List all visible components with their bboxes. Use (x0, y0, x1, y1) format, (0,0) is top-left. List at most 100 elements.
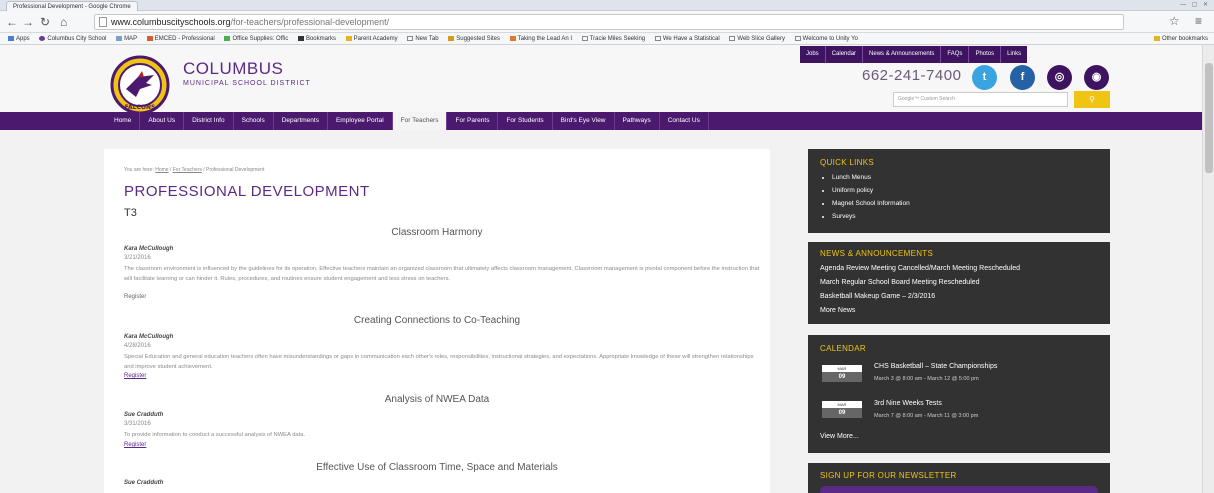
twitter-icon[interactable]: t (972, 65, 997, 90)
quick-links-list: Lunch Menus Uniform policy Magnet School… (832, 171, 910, 223)
search-button[interactable]: ⚲ (1074, 91, 1110, 108)
util-nav-photos[interactable]: Photos (969, 46, 1002, 63)
home-icon[interactable]: ⌂ (60, 15, 67, 29)
page-icon (729, 36, 736, 41)
event-title: Analysis of NWEA Data (384, 394, 490, 405)
nav-district-info[interactable]: District Info (184, 112, 234, 130)
breadcrumb-for-teachers[interactable]: For Teachers (173, 167, 202, 173)
event-description: The classroom environment is influenced … (124, 266, 760, 282)
event-date: 3/31/2016 (124, 421, 151, 427)
nav-about-us[interactable]: About Us (140, 112, 185, 130)
bookmark-item[interactable]: Apps (8, 33, 30, 44)
widget-title: SIGN UP FOR OUR NEWSLETTER (820, 471, 957, 480)
news-item[interactable]: Basketball Makeup Game – 2/3/2016 (820, 293, 935, 300)
bookmark-item[interactable]: Taking the Lead An I (509, 33, 572, 44)
falcon-logo[interactable]: FALCONS (108, 55, 172, 115)
calendar-event-title[interactable]: CHS Basketball – State Championships (874, 363, 997, 370)
news-widget: NEWS & ANNOUNCEMENTS Agenda Review Meeti… (808, 242, 1110, 324)
util-nav-calendar[interactable]: Calendar (826, 46, 864, 63)
quick-link-item[interactable]: Uniform policy (832, 184, 910, 197)
calendar-event-title[interactable]: 3rd Nine Weeks Tests (874, 400, 942, 407)
instagram-icon[interactable]: ◎ (1047, 65, 1072, 90)
event-date: 3/21/2016 (124, 255, 151, 261)
bookmark-item[interactable]: Tracie Miles Seeking (581, 33, 645, 44)
register-link[interactable]: Register (124, 442, 146, 448)
newsletter-widget: SIGN UP FOR OUR NEWSLETTER (808, 463, 1110, 493)
facebook-icon[interactable]: f (1010, 65, 1035, 90)
nav-for-teachers[interactable]: For Teachers (392, 112, 448, 130)
nav-for-parents[interactable]: For Parents (447, 112, 499, 130)
nav-schools[interactable]: Schools (234, 112, 274, 130)
main-nav: Home About Us District Info Schools Depa… (0, 112, 1202, 130)
forward-icon[interactable]: → (22, 15, 34, 29)
reload-icon[interactable]: ↻ (40, 15, 50, 29)
bookmark-item[interactable]: Web Slice Gallery (729, 33, 785, 44)
back-icon[interactable]: ← (6, 15, 18, 29)
view-more-link[interactable]: View More... (820, 433, 859, 440)
util-nav-links[interactable]: Links (1001, 46, 1027, 63)
quick-link-item[interactable]: Magnet School Information (832, 197, 910, 210)
address-bar[interactable]: www.columbuscityschools.org/for-teachers… (94, 14, 1124, 30)
nav-for-students[interactable]: For Students (498, 112, 553, 130)
bookmark-item[interactable]: Bookmarks (297, 33, 336, 44)
quick-link-item[interactable]: Surveys (832, 210, 910, 223)
register-link[interactable]: Register (124, 294, 146, 300)
widget-title: NEWS & ANNOUNCEMENTS (820, 249, 934, 258)
nav-departments[interactable]: Departments (274, 112, 328, 130)
nav-birds-eye-view[interactable]: Bird's Eye View (553, 112, 615, 130)
event-author: Kara McCullough (124, 246, 174, 252)
bookmark-item[interactable]: New Tab (407, 33, 439, 44)
nav-pathways[interactable]: Pathways (615, 112, 660, 130)
bookmark-item[interactable]: We Have a Statistical (654, 33, 720, 44)
utility-nav: Jobs Calendar News & Announcements FAQs … (800, 46, 1028, 63)
other-bookmarks[interactable]: Other bookmarks (1153, 33, 1208, 44)
util-nav-news[interactable]: News & Announcements (863, 46, 942, 63)
browser-tab[interactable]: Professional Development - Google Chrome (6, 1, 138, 11)
newsletter-signup-bar[interactable] (820, 486, 1098, 493)
event-author: Sue Cradduth (124, 480, 164, 486)
bookmark-item[interactable]: EMCED - Professional (146, 33, 215, 44)
star-icon[interactable]: ☆ ≡ (1169, 14, 1208, 28)
event-title: Classroom Harmony (391, 227, 483, 238)
site-icon (39, 36, 46, 41)
event-author: Kara McCullough (124, 334, 174, 340)
chart-icon (116, 36, 123, 41)
pencil-icon (224, 36, 231, 41)
more-news-link[interactable]: More News (820, 307, 855, 314)
breadcrumb-home[interactable]: Home (155, 167, 168, 173)
event-description: To provide information to conduct a succ… (124, 432, 306, 438)
news-item[interactable]: March Regular School Board Meeting Resch… (820, 279, 980, 286)
page-title: PROFESSIONAL DEVELOPMENT (124, 183, 370, 200)
register-link[interactable]: Register (124, 373, 146, 379)
util-nav-faqs[interactable]: FAQs (941, 46, 970, 63)
svg-text:FALCONS: FALCONS (125, 104, 156, 111)
window-controls[interactable]: — ▢ ✕ (1180, 1, 1210, 8)
search-icon: ⚲ (1089, 95, 1095, 104)
scrollbar-thumb[interactable] (1205, 63, 1213, 173)
nav-employee-portal[interactable]: Employee Portal (328, 112, 393, 130)
nav-contact-us[interactable]: Contact Us (660, 112, 709, 130)
site-name[interactable]: COLUMBUS (183, 59, 283, 79)
page-scrollbar[interactable] (1202, 45, 1214, 493)
search-input[interactable]: Google™ Custom Search (893, 92, 1068, 107)
bookmark-item[interactable]: Parent Academy (345, 33, 398, 44)
apps-icon (8, 36, 14, 41)
site-icon (509, 36, 516, 41)
calendar-event-time: March 3 @ 8:00 am - March 12 @ 5:00 pm (874, 376, 979, 382)
util-nav-jobs[interactable]: Jobs (800, 46, 826, 63)
bookmark-item[interactable]: Columbus City School (39, 33, 106, 44)
folder-icon (1153, 36, 1160, 41)
section-subtitle: T3 (124, 207, 137, 219)
news-item[interactable]: Agenda Review Meeting Cancelled/March Me… (820, 265, 1020, 272)
bookmark-item[interactable]: Office Supplies: Offic (224, 33, 288, 44)
nav-home[interactable]: Home (106, 112, 141, 130)
star-icon (297, 36, 304, 41)
bookmark-item[interactable]: Suggested Sites (448, 33, 500, 44)
calendar-date-badge: MAR 09 (822, 365, 862, 382)
bookmark-item[interactable]: MAP (116, 33, 137, 44)
quick-link-item[interactable]: Lunch Menus (832, 171, 910, 184)
rss-icon[interactable]: ◉ (1084, 65, 1109, 90)
page-icon (654, 36, 661, 41)
page-icon (581, 36, 588, 41)
bookmark-item[interactable]: Welcome to Unity Yo (794, 33, 858, 44)
